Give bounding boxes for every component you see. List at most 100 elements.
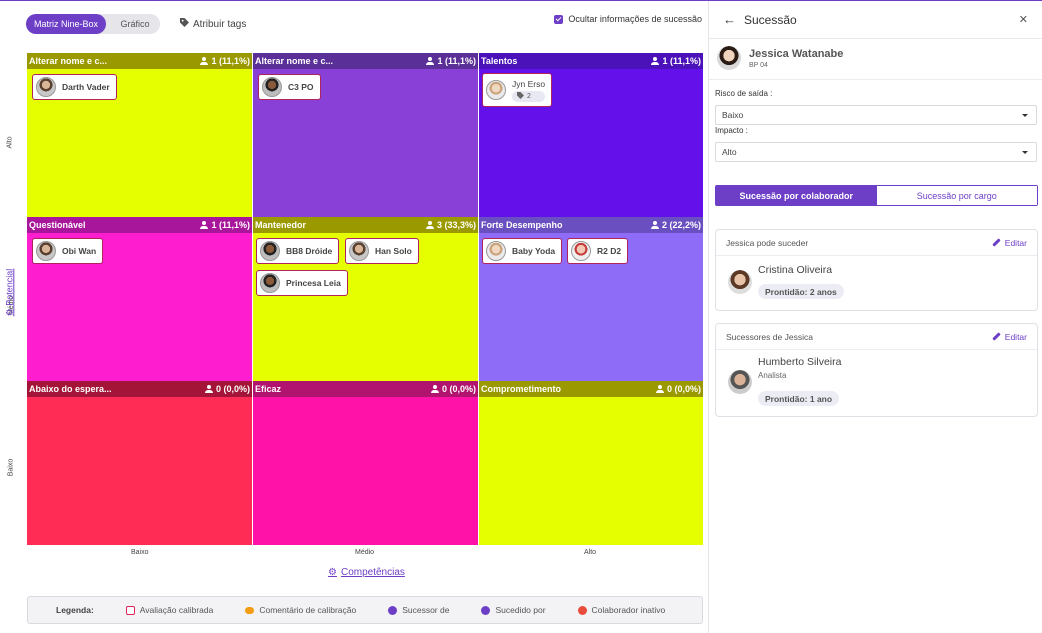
competencias-axis-link[interactable]: ⚙ Competências [328, 567, 405, 578]
tag-icon [180, 18, 189, 30]
legend-item-comment: Comentário de calibração [245, 605, 356, 615]
attribute-tags-label: Atribuir tags [193, 18, 247, 30]
risk-label: Risco de saída : [715, 89, 773, 98]
avatar [36, 241, 56, 261]
attribute-tags-button[interactable]: Atribuir tags [180, 18, 246, 30]
cell-count-value: 2 (22,2%) [661, 220, 701, 230]
close-icon[interactable]: ✕ [1019, 13, 1028, 26]
successor-role: Analista [758, 371, 787, 380]
edit-button[interactable]: Editar [993, 238, 1027, 248]
person-card-princesa-leia[interactable]: Princesa Leia [256, 270, 348, 296]
legend-item-inactive: Colaborador inativo [577, 605, 665, 615]
cell-count: 2 (22,2%) [650, 220, 701, 230]
user-icon [425, 221, 434, 229]
x-axis-high: Alto [584, 549, 597, 556]
avatar [262, 77, 282, 97]
user-icon [655, 385, 664, 393]
cell-header: Forte Desempenho 2 (22,2%) [479, 217, 703, 233]
impact-select[interactable]: Alto [715, 142, 1037, 162]
successor-item[interactable]: Cristina Oliveira Prontidão: 2 anos [716, 256, 1037, 310]
legend-title: Legenda: [56, 605, 94, 615]
legend-label: Sucessor de [402, 605, 450, 615]
avatar [717, 46, 741, 70]
cell-3[interactable]: Questionável 1 (11,1%) Obi Wan [27, 217, 252, 381]
cell-5[interactable]: Forte Desempenho 2 (22,2%) Baby Yoda R2 … [479, 217, 703, 381]
user-icon [651, 57, 660, 65]
person-card-darth-vader[interactable]: Darth Vader [32, 74, 117, 100]
cell-0[interactable]: Alterar nome e c... 1 (11,1%) Darth Vade… [27, 53, 252, 217]
person-card-bb8[interactable]: BB8 Dróide [256, 238, 340, 264]
user-icon [426, 57, 435, 65]
cell-count-value: 0 (0,0%) [666, 384, 701, 394]
person-info: Jyn Erso 2 [512, 79, 546, 102]
nine-box-grid: Alterar nome e c... 1 (11,1%) Darth Vade… [27, 53, 703, 545]
successor-item[interactable]: Humberto Silveira Analista Prontidão: 1 … [716, 350, 1037, 416]
tab-grafico[interactable]: Gráfico [110, 14, 160, 34]
cell-6[interactable]: Abaixo do espera... 0 (0,0%) [27, 381, 252, 545]
inactive-x-icon [577, 605, 587, 615]
person-card-c3po[interactable]: C3 PO [258, 74, 321, 100]
avatar [728, 270, 752, 294]
person-card-jyn-erso[interactable]: Jyn Erso 2 [482, 73, 553, 107]
cell-2[interactable]: Talentos 1 (11,1%) Jyn Erso 2 [479, 53, 703, 217]
panel-header: ← Sucessão ✕ [709, 1, 1042, 39]
cell-count: 1 (11,1%) [651, 56, 701, 66]
avatar [349, 241, 369, 261]
box-header: Jessica pode suceder Editar [716, 230, 1037, 256]
avatar [260, 273, 280, 293]
y-axis-low: Baixo [7, 458, 15, 477]
cell-body [253, 397, 478, 545]
cell-4[interactable]: Mantenedor 3 (33,3%) BB8 Dróide Han Solo… [253, 217, 478, 381]
impact-value: Alto [722, 147, 737, 157]
person-name: BB8 Dróide [286, 246, 333, 256]
tag-count-badge[interactable]: 2 [512, 90, 546, 102]
legend-item-calibrated: Avaliação calibrada [125, 605, 213, 615]
edit-button[interactable]: Editar [993, 332, 1027, 342]
person-name: C3 PO [288, 82, 314, 92]
tab-succession-by-role[interactable]: Sucessão por cargo [876, 186, 1037, 205]
cell-1[interactable]: Alterar nome e c... 1 (11,1%) C3 PO [253, 53, 478, 217]
cell-title: Talentos [481, 56, 518, 66]
cell-header: Abaixo do espera... 0 (0,0%) [27, 381, 252, 397]
tag-count: 2 [527, 92, 531, 100]
impact-label: Impacto : [715, 126, 748, 135]
avatar [260, 241, 280, 261]
person-card-obi-wan[interactable]: Obi Wan [32, 238, 104, 264]
cell-title: Comprometimento [481, 384, 562, 394]
person-name: Baby Yoda [512, 246, 556, 256]
cell-8[interactable]: Comprometimento 0 (0,0%) [479, 381, 703, 545]
box-header: Sucessores de Jessica Editar [716, 324, 1037, 350]
person-card-han-solo[interactable]: Han Solo [345, 238, 419, 264]
tab-succession-by-collaborator[interactable]: Sucessão por colaborador [716, 186, 877, 205]
person-card-baby-yoda[interactable]: Baby Yoda [482, 238, 563, 264]
person-name: Han Solo [375, 246, 412, 256]
hide-info-label: Ocultar informações de sucessão [568, 14, 702, 24]
risk-select[interactable]: Baixo [715, 105, 1037, 125]
hide-info-toggle[interactable]: Ocultar informações de sucessão [554, 14, 702, 24]
cell-title: Mantenedor [255, 220, 307, 230]
user-icon [650, 221, 659, 229]
cell-body: Obi Wan [27, 233, 252, 381]
cell-count: 3 (33,3%) [425, 220, 476, 230]
person-card-r2d2[interactable]: R2 D2 [567, 238, 629, 264]
tab-nine-box[interactable]: Matriz Nine-Box [26, 14, 106, 34]
succeeded-arrow-down-icon [481, 605, 491, 615]
toolbar: Matriz Nine-Box Gráfico Atribuir tags Oc… [26, 14, 706, 34]
pencil-icon [993, 333, 1001, 341]
person-subtitle: BP 04 [749, 61, 768, 69]
cell-title: Eficaz [255, 384, 282, 394]
cell-header: Mantenedor 3 (33,3%) [253, 217, 478, 233]
cell-count-value: 1 (11,1%) [211, 220, 250, 230]
successors-box: Sucessores de Jessica Editar Humberto Si… [715, 323, 1038, 417]
back-arrow-icon[interactable]: ← [723, 12, 736, 27]
user-icon [200, 57, 209, 65]
cell-header: Eficaz 0 (0,0%) [253, 381, 478, 397]
divider [709, 79, 1042, 80]
cell-body: Jyn Erso 2 [479, 69, 703, 217]
cell-7[interactable]: Eficaz 0 (0,0%) [253, 381, 478, 545]
cell-title: Forte Desempenho [481, 220, 563, 230]
hide-info-checkbox[interactable] [554, 14, 564, 24]
avatar [36, 77, 56, 97]
person-name: R2 D2 [597, 246, 622, 256]
potencial-axis-link[interactable]: ⚙ Potencial [4, 269, 15, 317]
